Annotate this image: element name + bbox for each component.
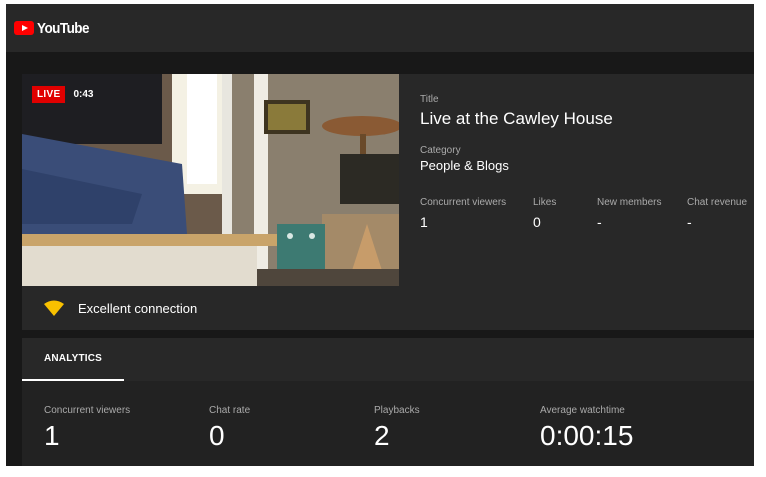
metric-playbacks: Playbacks 2 xyxy=(374,405,420,451)
connection-signal-icon xyxy=(44,300,64,316)
live-indicator: LIVE 0:43 xyxy=(32,86,93,103)
preview-image xyxy=(22,74,399,286)
analytics-metrics: Concurrent viewers 1 Chat rate 0 Playbac… xyxy=(22,381,754,466)
stream-preview[interactable]: LIVE 0:43 xyxy=(22,74,399,286)
metric-concurrent-viewers: Concurrent viewers 1 xyxy=(44,405,131,451)
stream-category: People & Blogs xyxy=(420,158,509,173)
stream-details: Title Live at the Cawley House Category … xyxy=(420,94,754,173)
connection-text: Excellent connection xyxy=(78,300,198,316)
stat-new-members: New members - xyxy=(597,197,662,230)
analytics-panel: ANALYTICS Concurrent viewers 1 Chat rate… xyxy=(22,338,754,466)
top-bar: YouTube xyxy=(6,4,754,52)
title-label: Title xyxy=(420,94,439,105)
live-control-room: YouTube LIVE 0:43 Title Live at the Cawl… xyxy=(6,4,754,466)
connection-status: Excellent connection xyxy=(22,286,754,330)
stream-card: LIVE 0:43 Title Live at the Cawley House… xyxy=(22,74,754,330)
youtube-logo[interactable]: YouTube xyxy=(14,20,95,37)
stat-concurrent-viewers: Concurrent viewers 1 xyxy=(420,197,507,230)
stat-chat-revenue: Chat revenue - xyxy=(687,197,748,230)
metric-average-watchtime: Average watchtime 0:00:15 xyxy=(540,405,634,451)
elapsed-time: 0:43 xyxy=(73,89,94,100)
stat-likes: Likes 0 xyxy=(533,197,557,230)
logo-text: YouTube xyxy=(37,19,89,37)
youtube-play-icon xyxy=(14,21,34,35)
category-label: Category xyxy=(420,145,461,156)
live-badge: LIVE xyxy=(32,86,66,103)
stream-title: Live at the Cawley House xyxy=(420,109,613,128)
analytics-tab-bar: ANALYTICS xyxy=(22,338,754,381)
tab-analytics[interactable]: ANALYTICS xyxy=(22,338,124,381)
metric-chat-rate: Chat rate 0 xyxy=(209,405,251,451)
